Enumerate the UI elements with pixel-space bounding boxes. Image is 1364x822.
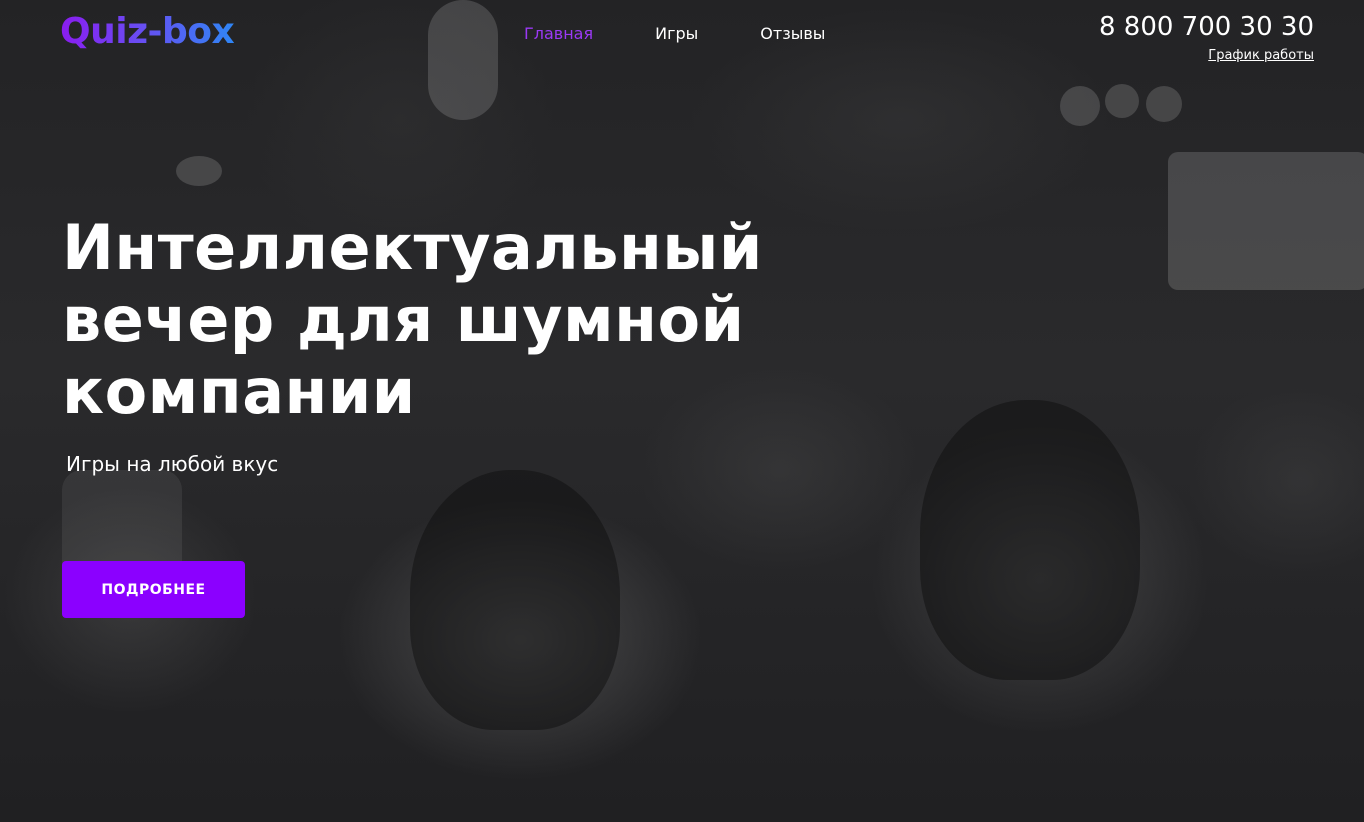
hero-section: Quiz-box Главная Игры Отзывы 8 800 700 3…: [0, 0, 1364, 822]
background-photo-light: [1146, 86, 1182, 122]
background-photo-person: [410, 470, 620, 730]
background-photo-window: [1168, 152, 1364, 290]
hero-headline: Интеллектуальный вечер для шумной компан…: [62, 212, 822, 428]
details-button[interactable]: ПОДРОБНЕЕ: [62, 561, 245, 618]
schedule-link[interactable]: График работы: [1208, 48, 1314, 64]
nav-link-home[interactable]: Главная: [524, 22, 593, 46]
nav-link-games[interactable]: Игры: [655, 22, 698, 46]
hero-headline-line: вечер для шумной: [62, 283, 745, 356]
nav-link-reviews[interactable]: Отзывы: [760, 22, 825, 46]
background-photo-light: [176, 156, 222, 186]
site-header: Quiz-box Главная Игры Отзывы 8 800 700 3…: [0, 0, 1364, 70]
contact-block: 8 800 700 30 30 График работы: [1099, 10, 1314, 64]
background-photo-person: [920, 400, 1140, 680]
hero-subtitle: Игры на любой вкус: [66, 452, 279, 476]
phone-number[interactable]: 8 800 700 30 30: [1099, 10, 1314, 44]
hero-headline-line: Интеллектуальный: [62, 211, 763, 284]
hero-content: Интеллектуальный вечер для шумной компан…: [62, 212, 822, 478]
logo[interactable]: Quiz-box: [60, 8, 235, 56]
background-photo-light: [1060, 86, 1100, 126]
background-photo-light: [1105, 84, 1139, 118]
hero-headline-line: компании: [62, 355, 416, 428]
main-nav: Главная Игры Отзывы: [524, 22, 887, 46]
